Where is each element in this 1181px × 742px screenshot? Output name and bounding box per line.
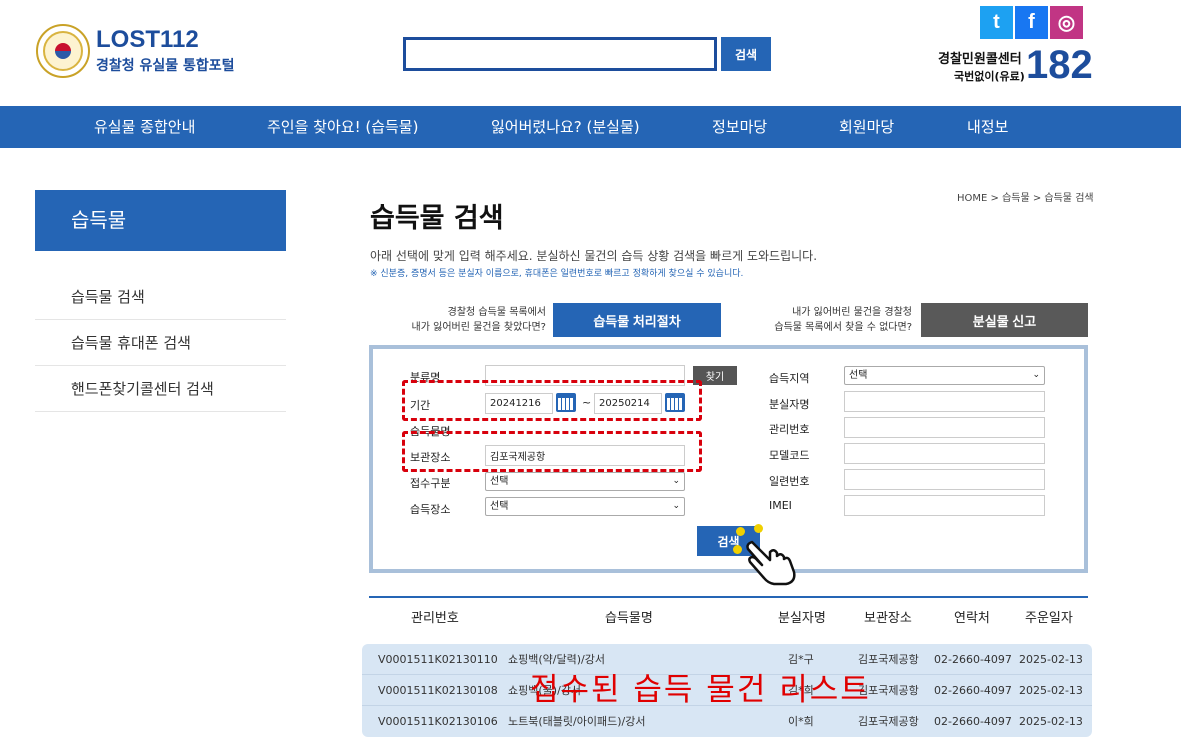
mgmt-no-label: 관리번호 — [769, 423, 810, 436]
found-place-value: 선택 — [490, 501, 509, 512]
click-sparkle — [733, 545, 742, 554]
promo-right-line2: 습득물 목록에서 찾을 수 없다면? — [774, 322, 912, 333]
cell-mgmt-no: V0001511K02130108 — [378, 684, 498, 697]
column-header[interactable]: 습득물명 — [605, 598, 653, 640]
cell-date: 2025-02-13 — [1019, 684, 1083, 697]
facebook-icon[interactable]: f — [1015, 6, 1048, 39]
found-place-label: 습득장소 — [410, 503, 451, 516]
nav-item-member[interactable]: 회원마당 — [839, 106, 894, 148]
nav-item-guide[interactable]: 유실물 종합안내 — [94, 106, 195, 148]
imei-label: IMEI — [769, 499, 792, 512]
column-header[interactable]: 분실자명 — [778, 598, 826, 640]
found-place-select[interactable]: 선택 ⌄ — [485, 497, 685, 516]
chevron-down-icon: ⌄ — [672, 501, 680, 511]
top-search-button[interactable]: 검색 — [721, 37, 771, 71]
results-header: 관리번호 습득물명 분실자명 보관장소 연락처 주운일자 — [369, 596, 1088, 640]
page-title: 습득물 검색 — [370, 203, 504, 234]
police-emblem-icon — [36, 24, 90, 78]
model-code-input[interactable] — [844, 443, 1045, 464]
serial-input[interactable] — [844, 469, 1045, 490]
page-description: 아래 선택에 맞게 입력 해주세요. 분실하신 물건의 습득 상황 검색을 빠르… — [370, 249, 818, 263]
receipt-type-select[interactable]: 선택 ⌄ — [485, 472, 685, 491]
column-header[interactable]: 관리번호 — [411, 598, 459, 640]
owner-input[interactable] — [844, 391, 1045, 412]
cell-contact: 02-2660-4097 — [934, 653, 1012, 666]
chevron-down-icon: ⌄ — [1032, 370, 1040, 380]
procedure-button[interactable]: 습득물 처리절차 — [553, 303, 721, 337]
promo-right-line1: 내가 잃어버린 물건을 경찰청 — [792, 307, 912, 318]
cell-contact: 02-2660-4097 — [934, 715, 1012, 728]
region-label: 습득지역 — [769, 372, 810, 385]
region-select[interactable]: 선택 ⌄ — [844, 366, 1045, 385]
promo-left-line2: 내가 잃어버린 물건을 찾았다면? — [411, 322, 546, 333]
promo-left-text: 경찰청 습득물 목록에서 내가 잃어버린 물건을 찾았다면? — [380, 305, 546, 335]
serial-label: 일련번호 — [769, 475, 810, 488]
callcenter-label: 경찰민원콜센터 — [938, 52, 1022, 67]
lost-report-button[interactable]: 분실물 신고 — [921, 303, 1088, 337]
nav-item-lost[interactable]: 잃어버렸나요? (분실물) — [491, 106, 640, 148]
cell-mgmt-no: V0001511K02130110 — [378, 653, 498, 666]
cell-contact: 02-2660-4097 — [934, 684, 1012, 697]
receipt-type-label: 접수구분 — [410, 477, 451, 490]
click-sparkle — [736, 527, 745, 536]
top-search-input[interactable] — [403, 37, 717, 71]
table-row[interactable]: V0001511K02130106 노트북(태블릿/아이패드)/강서 이*희 김… — [362, 706, 1092, 737]
model-code-label: 모델코드 — [769, 449, 810, 462]
main-nav: 유실물 종합안내 주인을 찾아요! (습득물) 잃어버렸나요? (분실물) 정보… — [0, 106, 1181, 148]
breadcrumb: HOME > 습득물 > 습득물 검색 — [957, 193, 1094, 204]
sidebar-item-callcenter-search[interactable]: 핸드폰찾기콜센터 검색 — [35, 366, 286, 412]
callcenter-sub: 국번없이(유료) — [954, 70, 1025, 83]
logo-title: LOST112 — [96, 25, 199, 53]
column-header[interactable]: 주운일자 — [1025, 598, 1073, 640]
mgmt-no-input[interactable] — [844, 417, 1045, 438]
receipt-type-value: 선택 — [490, 476, 509, 487]
cell-mgmt-no: V0001511K02130106 — [378, 715, 498, 728]
nav-item-found[interactable]: 주인을 찾아요! (습득물) — [267, 106, 418, 148]
cell-date: 2025-02-13 — [1019, 715, 1083, 728]
site-header: LOST112 경찰청 유실물 통합포털 검색 t f ◎ 경찰민원콜센터 국번… — [0, 0, 1181, 106]
page-notice: ※ 신분증, 증명서 등은 분실자 이름으로, 휴대폰은 일련번호로 빠르고 정… — [370, 269, 744, 279]
logo-subtitle: 경찰청 유실물 통합포털 — [96, 57, 235, 74]
region-value: 선택 — [849, 370, 868, 381]
cell-item-name[interactable]: 노트북(태블릿/아이패드)/강서 — [508, 706, 645, 737]
cell-date: 2025-02-13 — [1019, 653, 1083, 666]
chevron-down-icon: ⌄ — [672, 476, 680, 486]
column-header[interactable]: 보관장소 — [864, 598, 912, 640]
site-logo[interactable]: LOST112 경찰청 유실물 통합포털 — [36, 24, 235, 78]
promo-right-text: 내가 잃어버린 물건을 경찰청 습득물 목록에서 찾을 수 없다면? — [740, 305, 912, 335]
nav-item-info[interactable]: 정보마당 — [712, 106, 767, 148]
imei-input[interactable] — [844, 495, 1045, 516]
period-highlight — [402, 380, 702, 421]
storage-highlight — [402, 431, 702, 472]
click-sparkle — [754, 524, 763, 533]
cell-storage: 김포국제공항 — [858, 715, 919, 728]
callcenter-number: 182 — [1026, 43, 1093, 87]
promo-left-line1: 경찰청 습득물 목록에서 — [447, 307, 546, 318]
sidebar-item-phone-search[interactable]: 습득물 휴대폰 검색 — [35, 320, 286, 366]
instagram-icon[interactable]: ◎ — [1050, 6, 1083, 39]
twitter-icon[interactable]: t — [980, 6, 1013, 39]
owner-label: 분실자명 — [769, 398, 810, 411]
sidebar-title: 습득물 — [35, 190, 286, 251]
sns-links: t f ◎ — [980, 6, 1083, 39]
hand-pointer-icon — [746, 540, 796, 586]
sidebar-item-found-search[interactable]: 습득물 검색 — [35, 274, 286, 320]
nav-item-mypage[interactable]: 내정보 — [967, 106, 1008, 148]
cell-owner: 이*희 — [788, 715, 814, 728]
column-header[interactable]: 연락처 — [954, 598, 990, 640]
overlay-caption: 접수된 습득 물건 리스트 — [530, 672, 871, 708]
